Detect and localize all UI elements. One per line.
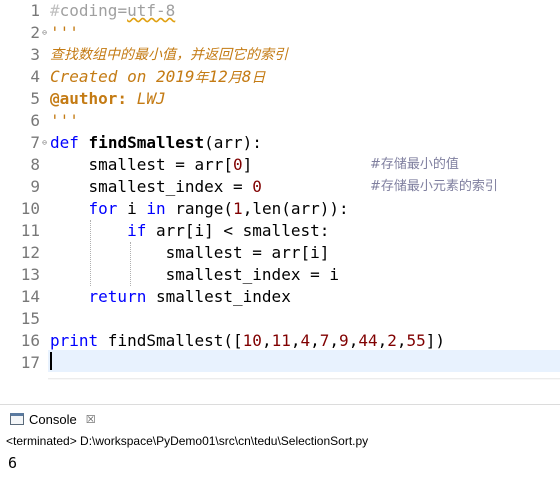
console-tab-bar: Console ☒	[0, 404, 560, 432]
code-line-12: smallest = arr[i]	[50, 242, 330, 264]
in-keyword: in	[146, 199, 166, 218]
console-tab-label: Console	[29, 411, 77, 427]
console-status-text: <terminated> D:\workspace\PyDemo01\src\c…	[6, 434, 369, 448]
code-line-8: smallest = arr[0]	[50, 154, 253, 176]
number-literal: 10	[242, 331, 262, 350]
indent-guide	[90, 220, 91, 286]
code-line-3: 查找数组中的最小值，并返回它的索引	[50, 47, 288, 63]
line-number: 9	[30, 177, 40, 196]
code-line-14: return smallest_index	[50, 286, 291, 308]
range-call: range(	[165, 199, 234, 218]
code-line-5: @author: LWJ	[50, 88, 166, 110]
fold-toggle-icon[interactable]: ⊖	[40, 22, 49, 44]
fold-toggle-icon[interactable]: ⊖	[40, 132, 49, 154]
number-literal: 55	[406, 331, 426, 350]
number-literal: 9	[339, 331, 349, 350]
line-number: 12	[20, 243, 40, 262]
number-literal: 0	[252, 177, 262, 196]
line-number: 1	[30, 1, 40, 20]
def-keyword: def	[50, 133, 79, 152]
code-line-1: #coding=utf-8	[50, 0, 175, 22]
code-line-13: smallest_index = i	[50, 264, 339, 286]
line-number: 11	[20, 221, 40, 240]
console-output: 6	[8, 454, 18, 472]
line-number: 10	[20, 199, 40, 218]
if-keyword: if	[127, 221, 147, 240]
number-literal: 2	[387, 331, 397, 350]
code-line-16: print findSmallest([10,11,4,7,9,44,2,55]…	[50, 331, 446, 350]
code-editor[interactable]: 1 2 3 4 5 6 7 8 9 10 11 12 13 14 15 16 1…	[0, 0, 560, 380]
code-line-10: for i in range(1,len(arr)):	[50, 198, 349, 220]
assign-text: smallest_index =	[88, 177, 253, 196]
month-num: 12	[208, 67, 228, 86]
console-tab[interactable]: Console ☒	[4, 407, 102, 431]
scroll-left-arrow-icon[interactable]: <	[52, 379, 62, 380]
call-close: ])	[425, 331, 446, 350]
condition-text: arr[i] < smallest:	[146, 221, 330, 240]
line-number: 17	[20, 353, 40, 372]
code-line-4: Created on 2019年12月8日	[50, 66, 265, 89]
current-line-highlight	[48, 350, 560, 372]
line-number: 16	[20, 331, 40, 350]
inline-comment: #存储最小元素的索引	[370, 179, 498, 194]
range-rest: ,len(arr)):	[242, 199, 349, 218]
call-open: findSmallest([	[98, 331, 243, 350]
bracket-close: ]	[242, 155, 253, 174]
number-literal: 1	[233, 199, 243, 218]
line-number: 13	[20, 265, 40, 284]
line-number: 3	[30, 45, 40, 64]
code-line-7: def findSmallest(arr):	[50, 132, 262, 154]
number-literal: 4	[300, 331, 311, 350]
code-line-6: '''	[50, 111, 79, 130]
assign-text: smallest = arr[	[88, 155, 234, 174]
code-line-2: '''	[50, 23, 79, 42]
console-icon	[10, 413, 24, 425]
code-line-11: if arr[i] < smallest:	[50, 220, 329, 242]
line-number: 6	[30, 111, 40, 130]
assign-text: smallest = arr[i]	[165, 243, 330, 262]
encoding-text: utf-8	[127, 1, 176, 20]
return-value: smallest_index	[146, 287, 291, 306]
day-char: 日	[251, 70, 266, 86]
line-number: 4	[30, 67, 40, 86]
assign-text: smallest_index = i	[165, 265, 339, 284]
return-keyword: return	[88, 287, 147, 306]
line-number: 14	[20, 287, 40, 306]
function-name: findSmallest	[88, 133, 205, 152]
for-keyword: for	[88, 199, 118, 218]
print-keyword: print	[50, 331, 99, 350]
line-number: 8	[30, 155, 40, 174]
line-number: 15	[20, 309, 40, 328]
number-literal: 7	[319, 331, 330, 350]
horizontal-scrollbar[interactable]: <	[48, 378, 560, 380]
indent-guide	[130, 242, 131, 286]
day-num: 8	[241, 67, 252, 86]
loop-var: i	[117, 199, 147, 218]
month-char: 月	[227, 70, 242, 86]
text-caret	[50, 352, 52, 370]
number-literal: 44	[358, 331, 378, 350]
comment-hash: #	[50, 1, 60, 20]
author-tag: @author:	[50, 89, 128, 108]
close-icon[interactable]: ☒	[86, 413, 96, 426]
line-number: 5	[30, 89, 40, 108]
created-text: Created on 2019	[50, 67, 195, 86]
number-literal: 0	[233, 155, 243, 174]
coding-text: coding=	[59, 1, 128, 20]
line-number: 7	[30, 133, 40, 152]
year-char: 年	[194, 70, 209, 86]
author-name: LWJ	[127, 89, 166, 108]
inline-comment: #存储最小的值	[370, 157, 459, 172]
number-literal: 11	[271, 331, 291, 350]
code-line-9: smallest_index = 0	[50, 176, 262, 198]
line-number: 2	[30, 23, 40, 42]
function-params: (arr):	[204, 133, 262, 152]
